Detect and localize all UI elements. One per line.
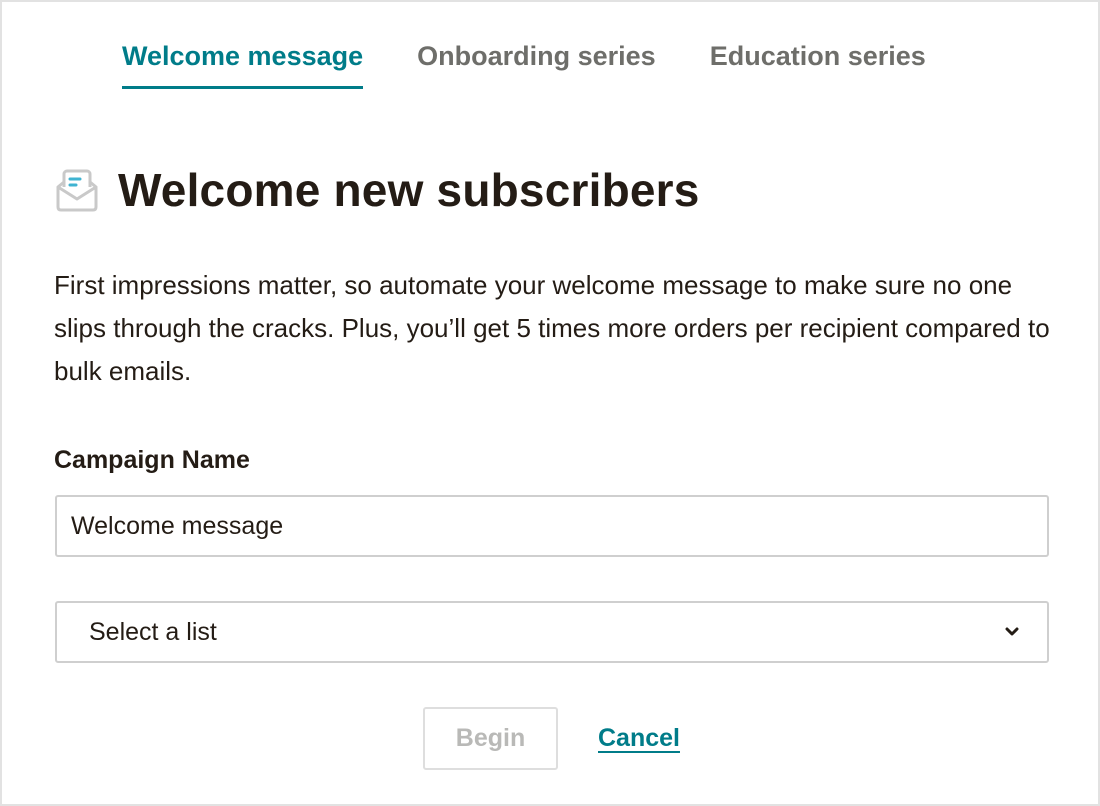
description-text: First impressions matter, so automate yo…	[54, 270, 1050, 386]
form-actions: Begin Cancel	[423, 707, 680, 770]
envelope-open-icon	[54, 165, 100, 215]
list-select[interactable]: Select a list	[55, 601, 1049, 663]
page-title: Welcome new subscribers	[118, 164, 700, 216]
list-select-value: Select a list	[89, 617, 217, 646]
chevron-down-icon	[1003, 625, 1021, 639]
tab-onboarding-series[interactable]: Onboarding series	[417, 40, 656, 89]
tab-bar: Welcome message Onboarding series Educat…	[122, 40, 980, 90]
campaign-name-label: Campaign Name	[54, 446, 250, 474]
cancel-link[interactable]: Cancel	[598, 724, 680, 753]
tab-welcome-message[interactable]: Welcome message	[122, 40, 364, 89]
campaign-name-input[interactable]	[55, 495, 1049, 557]
tab-education-series[interactable]: Education series	[710, 40, 926, 89]
dialog-frame: Welcome message Onboarding series Educat…	[0, 0, 1100, 806]
heading-row: Welcome new subscribers	[54, 162, 700, 218]
begin-button[interactable]: Begin	[423, 707, 558, 770]
